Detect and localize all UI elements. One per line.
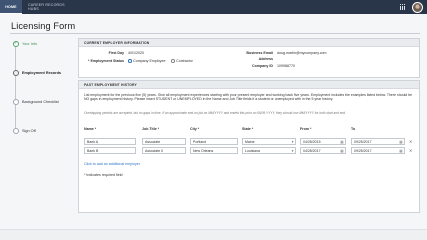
top-nav-bar: HOME CAREER RECORDS HUBS bbox=[0, 0, 427, 14]
column-header-job-title: Job Title * bbox=[142, 127, 160, 131]
city-input[interactable]: Portland bbox=[190, 138, 238, 145]
step-label: Your Info bbox=[22, 41, 38, 46]
apps-grid-icon[interactable] bbox=[400, 4, 406, 10]
title-divider bbox=[10, 33, 420, 34]
close-icon[interactable]: ✕ bbox=[409, 148, 412, 153]
column-header-city: City * bbox=[190, 127, 200, 131]
from-date-input[interactable]: 04/28/2017 bbox=[300, 147, 346, 154]
close-icon[interactable]: ✕ bbox=[409, 139, 412, 144]
job-title-input[interactable]: Associate bbox=[142, 138, 186, 145]
step-label: Background Checklist bbox=[22, 99, 59, 104]
from-date-input[interactable]: 04/28/2015 bbox=[300, 138, 346, 145]
name-input[interactable]: Bank B bbox=[84, 147, 136, 154]
company-id-label: Company ID bbox=[252, 64, 273, 68]
user-avatar[interactable] bbox=[412, 1, 423, 13]
column-header-name: Name * bbox=[84, 127, 97, 131]
wizard-steps: Your Info Employment Records Background … bbox=[10, 38, 73, 154]
name-input[interactable]: Bank A bbox=[84, 138, 136, 145]
table-row: Bank B Associate II New Orleans Louisian… bbox=[84, 147, 416, 155]
status-option-contractor[interactable]: Contractor bbox=[171, 59, 193, 63]
step-label: Employment Records bbox=[22, 70, 62, 75]
address-label: Address bbox=[258, 57, 273, 61]
radio-unselected-icon[interactable] bbox=[171, 59, 175, 63]
table-row: Bank A Associate Portland Maine 04/28/20… bbox=[84, 138, 416, 146]
active-tab-indicator bbox=[0, 12, 22, 14]
step-employment-records[interactable]: Employment Records bbox=[10, 67, 73, 99]
top-right-controls bbox=[400, 1, 423, 13]
current-employer-panel: CURRENT EMPLOYER INFORMATION First Day 4… bbox=[78, 38, 420, 78]
step-sign-off[interactable]: Sign Off bbox=[10, 125, 73, 154]
overlap-note: Overlapping periods are accepted, but no… bbox=[84, 111, 346, 115]
to-date-input[interactable]: 09/25/2017 bbox=[351, 138, 405, 145]
step-background-checklist[interactable]: Background Checklist bbox=[10, 96, 73, 128]
to-date-input[interactable]: 09/25/2017 bbox=[351, 147, 405, 154]
status-option-company[interactable]: Company Employee bbox=[128, 59, 165, 63]
state-select[interactable]: Maine bbox=[242, 138, 296, 145]
step-your-info[interactable]: Your Info bbox=[10, 38, 73, 70]
business-email-value: doug.martin@mycompany.com bbox=[277, 51, 327, 55]
required-field-note: * Indicates required field bbox=[84, 173, 123, 177]
radio-label: Company Employee bbox=[133, 59, 166, 63]
first-day-label: First Day bbox=[108, 51, 124, 55]
column-header-to: To bbox=[351, 127, 356, 131]
business-email-label: Business Email bbox=[246, 51, 273, 55]
job-title-input[interactable]: Associate II bbox=[142, 147, 186, 154]
radio-label: Contractor bbox=[176, 59, 193, 63]
company-id-value: 109988770 bbox=[277, 64, 295, 68]
add-employer-link[interactable]: Click to add an additional employer bbox=[84, 162, 140, 166]
state-select[interactable]: Louisiana bbox=[242, 147, 296, 154]
city-input[interactable]: New Orleans bbox=[190, 147, 238, 154]
past-employment-panel: PAST EMPLOYMENT HISTORY List employment … bbox=[78, 80, 420, 213]
radio-selected-icon[interactable] bbox=[128, 59, 132, 63]
section-header: PAST EMPLOYMENT HISTORY bbox=[79, 81, 419, 89]
first-day-value: 4/01/2020 bbox=[128, 51, 144, 55]
section-header: CURRENT EMPLOYER INFORMATION bbox=[79, 39, 419, 47]
footer-band bbox=[0, 229, 427, 240]
pending-step-icon bbox=[12, 128, 19, 134]
column-header-from: From * bbox=[300, 127, 312, 131]
column-header-state: State * bbox=[242, 127, 254, 131]
page-title: Licensing Form bbox=[11, 21, 76, 31]
instructions-text: List employment for the previous five (5… bbox=[84, 93, 413, 102]
employment-status-label: * Employment Status bbox=[88, 59, 124, 63]
step-label: Sign Off bbox=[22, 128, 36, 133]
nav-tab-career-records[interactable]: CAREER RECORDS HUBS bbox=[28, 0, 72, 14]
